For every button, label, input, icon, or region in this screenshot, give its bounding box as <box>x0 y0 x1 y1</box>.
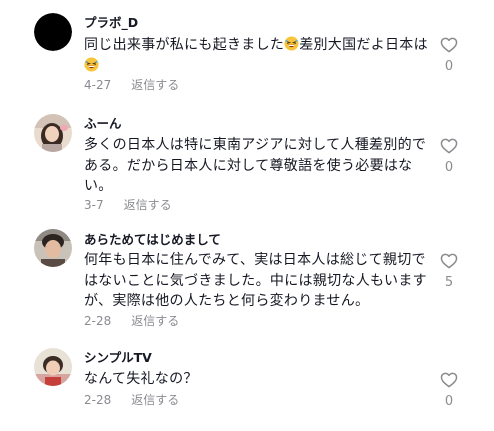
comment-date: 4-27 <box>84 78 112 92</box>
comment-text: 何年も日本に住んでみて、実は日本人は総じて親切ではないことに気づきました。中には… <box>84 252 427 309</box>
reply-button[interactable]: 返信する <box>131 393 179 407</box>
heart-icon[interactable] <box>440 372 458 388</box>
avatar[interactable] <box>34 13 72 51</box>
like-count: 0 <box>444 59 454 74</box>
heart-icon[interactable] <box>440 37 458 53</box>
like-control: 0 <box>438 37 460 75</box>
comment-meta: 2-28 返信する <box>84 313 179 329</box>
comment-text-part: 同じ出来事が私にも起きました <box>84 37 285 53</box>
comment-text-part: 差別大国だよ日本は <box>299 37 428 53</box>
avatar[interactable] <box>34 348 72 386</box>
like-count: 5 <box>444 275 454 290</box>
comment-date: 2-28 <box>84 314 112 328</box>
reply-button[interactable]: 返信する <box>124 198 172 212</box>
comment-date: 3-7 <box>84 198 104 212</box>
like-control: 5 <box>438 253 460 291</box>
like-control: 0 <box>438 372 460 410</box>
avatar[interactable] <box>34 114 72 152</box>
comment-meta: 3-7 返信する <box>84 197 172 213</box>
comment-username[interactable]: シンプルTV <box>84 350 152 366</box>
comment-meta: 2-28 返信する <box>84 392 179 408</box>
like-count: 0 <box>444 394 454 409</box>
like-control: 0 <box>438 138 460 176</box>
comment-text: 多くの日本人は特に東南アジアに対して人種差別的である。だから日本人に対して尊敬語… <box>84 137 427 194</box>
reply-button[interactable]: 返信する <box>131 314 179 328</box>
like-count: 0 <box>444 160 454 175</box>
grinning-squinting-face-icon <box>84 56 99 72</box>
comment-username[interactable]: あらためてはじめまして <box>84 232 221 248</box>
comment-text: なんて失礼なの？ <box>84 371 198 387</box>
heart-icon[interactable] <box>440 253 458 269</box>
comment-username[interactable]: プラボ_D <box>84 15 138 31</box>
reply-button[interactable]: 返信する <box>131 78 179 92</box>
comment-date: 2-28 <box>84 393 112 407</box>
grinning-squinting-face-icon <box>284 36 299 51</box>
heart-icon[interactable] <box>440 138 458 154</box>
comment-meta: 4-27 返信する <box>84 77 179 93</box>
comment-text: 同じ出来事が私にも起きました 差別大国だよ日本は <box>84 35 434 76</box>
comment-list: プラボ_D 同じ出来事が私にも起きました 差別大国だよ日本は 4-27 返信する 0… <box>0 0 494 431</box>
comment-username[interactable]: ふーん <box>84 116 122 132</box>
avatar[interactable] <box>34 229 72 267</box>
